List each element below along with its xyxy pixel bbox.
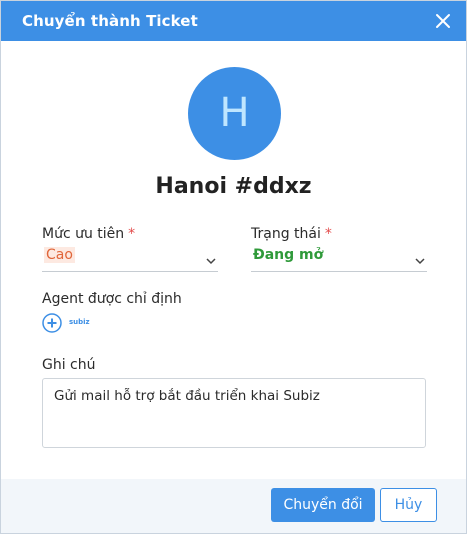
chevron-down-icon bbox=[415, 251, 425, 265]
priority-label: Mức ưu tiên * bbox=[42, 226, 135, 242]
dialog-title: Chuyển thành Ticket bbox=[22, 12, 198, 30]
dialog-header: Chuyển thành Ticket bbox=[1, 1, 466, 41]
plus-circle-icon bbox=[42, 313, 62, 333]
status-label-text: Trạng thái bbox=[251, 226, 321, 242]
cancel-button[interactable]: Hủy bbox=[380, 488, 437, 522]
convert-button[interactable]: Chuyển đổi bbox=[271, 488, 375, 522]
close-icon[interactable] bbox=[434, 12, 452, 30]
priority-select[interactable]: Cao bbox=[42, 245, 218, 272]
convert-ticket-dialog: Chuyển thành Ticket H Hanoi #ddxz Mức ưu… bbox=[0, 0, 467, 534]
subiz-logo: subiz bbox=[69, 318, 90, 326]
required-marker: * bbox=[128, 226, 136, 242]
note-textarea[interactable]: Gửi mail hỗ trợ bắt đầu triển khai Subiz bbox=[42, 378, 426, 448]
status-label: Trạng thái * bbox=[251, 226, 332, 242]
status-value: Đang mở bbox=[253, 247, 324, 263]
chevron-down-icon bbox=[206, 251, 216, 265]
avatar: H bbox=[188, 67, 281, 160]
add-agent-button[interactable] bbox=[42, 313, 62, 333]
priority-label-text: Mức ưu tiên bbox=[42, 226, 125, 242]
status-select[interactable]: Đang mở bbox=[251, 245, 427, 272]
required-marker: * bbox=[324, 226, 332, 242]
agent-label: Agent được chỉ định bbox=[42, 291, 182, 307]
note-text: Gửi mail hỗ trợ bắt đầu triển khai Subiz bbox=[54, 388, 320, 404]
ticket-name: Hanoi #ddxz bbox=[155, 174, 312, 199]
note-label: Ghi chú bbox=[42, 357, 96, 373]
priority-value: Cao bbox=[44, 247, 75, 263]
